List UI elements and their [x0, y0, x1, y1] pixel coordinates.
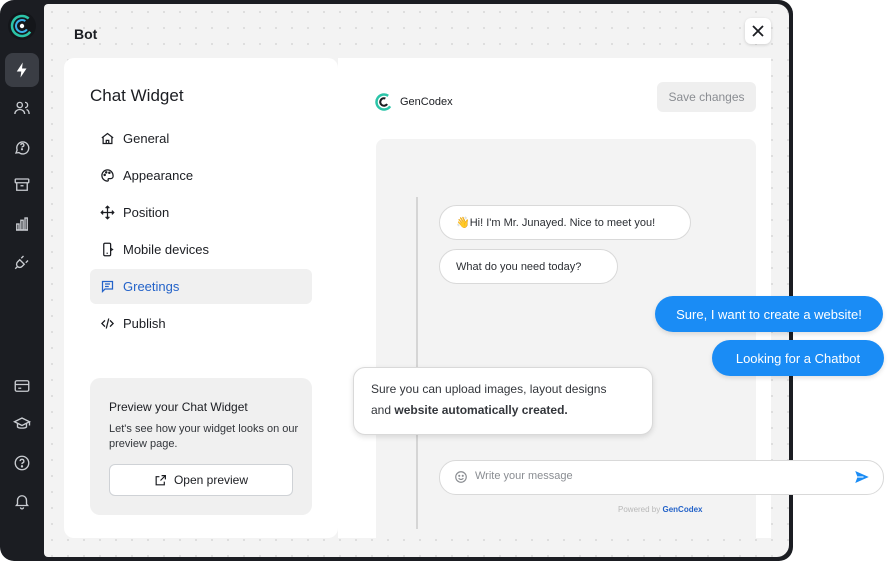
preview-card: Preview your Chat Widget Let's see how y…	[90, 378, 312, 515]
powered-by-brand: GenCodex	[662, 505, 703, 514]
menu-item-label: Appearance	[123, 168, 194, 183]
brand-name: GenCodex	[400, 96, 453, 108]
rail-item-help[interactable]	[5, 446, 39, 480]
bell-icon	[15, 495, 29, 510]
menu-item-label: Position	[123, 205, 170, 220]
menu-item-appearance[interactable]: Appearance	[90, 158, 312, 193]
graduation-cap-icon	[13, 417, 31, 429]
palette-icon	[99, 168, 115, 184]
message-input[interactable]: Write your message	[475, 470, 573, 482]
user-message-1: Sure, I want to create a website!	[655, 296, 883, 332]
panel-title: Chat Widget	[90, 86, 184, 105]
menu-item-general[interactable]: General	[90, 121, 312, 156]
rail-item-users[interactable]	[5, 91, 39, 125]
rail-item-learning[interactable]	[5, 407, 39, 441]
rail-item-billing[interactable]	[5, 369, 39, 403]
save-changes-button[interactable]: Save changes	[657, 82, 756, 112]
chat-help-icon	[14, 141, 30, 155]
rail-item-notifications[interactable]	[5, 484, 39, 518]
send-icon[interactable]	[853, 468, 871, 486]
users-icon	[14, 101, 30, 115]
rail-item-integrations[interactable]	[5, 245, 39, 279]
chat-divider	[416, 197, 418, 529]
user-message-2: Looking for a Chatbot	[712, 340, 884, 376]
menu-item-greetings[interactable]: Greetings	[90, 269, 312, 304]
code-icon	[99, 316, 115, 332]
reply-line-2: and website automatically created.	[371, 400, 635, 421]
menu-item-mobile-devices[interactable]: Mobile devices	[90, 232, 312, 267]
plug-icon	[14, 255, 29, 270]
reply-line-2-plain: and	[371, 403, 395, 417]
home-icon	[99, 131, 115, 147]
archive-icon	[14, 178, 30, 191]
menu-item-label: Mobile devices	[123, 242, 209, 257]
settings-panel: Chat Widget General Appearance Position …	[64, 58, 338, 538]
rail-item-conversations[interactable]	[5, 130, 39, 164]
message-composer[interactable]: Write your message	[439, 460, 884, 495]
close-icon	[752, 25, 764, 37]
preview-card-title: Preview your Chat Widget	[109, 400, 248, 414]
message-icon	[99, 279, 115, 295]
bot-reply-card: Sure you can upload images, layout desig…	[353, 367, 653, 435]
menu-item-label: Greetings	[123, 279, 180, 294]
reply-line-2-bold: website automatically created.	[394, 403, 568, 417]
powered-by-prefix: Powered by	[618, 505, 661, 514]
lightning-icon	[16, 62, 27, 78]
open-preview-label: Open preview	[173, 473, 249, 487]
mobile-icon	[99, 242, 115, 258]
left-icon-rail	[0, 0, 44, 561]
open-preview-button[interactable]: Open preview	[109, 464, 293, 496]
rail-item-archive[interactable]	[5, 168, 39, 202]
menu-item-label: General	[123, 131, 170, 146]
menu-item-label: Publish	[123, 316, 166, 331]
rail-item-automation[interactable]	[5, 53, 39, 87]
emoji-icon[interactable]	[454, 470, 468, 484]
bar-chart-icon	[16, 217, 28, 231]
gencodex-logo[interactable]	[8, 12, 36, 40]
external-link-icon	[155, 474, 166, 485]
help-circle-icon	[14, 455, 30, 471]
brand: GenCodex	[374, 92, 453, 112]
rail-item-analytics[interactable]	[5, 207, 39, 241]
greeting-bubble-1: 👋Hi! I'm Mr. Junayed. Nice to meet you!	[439, 205, 691, 240]
gencodex-logo-icon	[10, 14, 34, 38]
close-button[interactable]	[745, 18, 771, 44]
menu-item-position[interactable]: Position	[90, 195, 312, 230]
preview-card-text: Let's see how your widget looks on our p…	[109, 423, 299, 450]
page-title: Bot	[74, 26, 98, 42]
menu-item-publish[interactable]: Publish	[90, 306, 312, 341]
greeting-bubble-2: What do you need today?	[439, 249, 618, 284]
move-icon	[99, 205, 115, 221]
reply-line-1: Sure you can upload images, layout desig…	[371, 382, 607, 396]
card-icon	[14, 380, 30, 392]
powered-by: Powered by GenCodex	[618, 505, 703, 514]
gencodex-brand-icon	[375, 93, 393, 111]
